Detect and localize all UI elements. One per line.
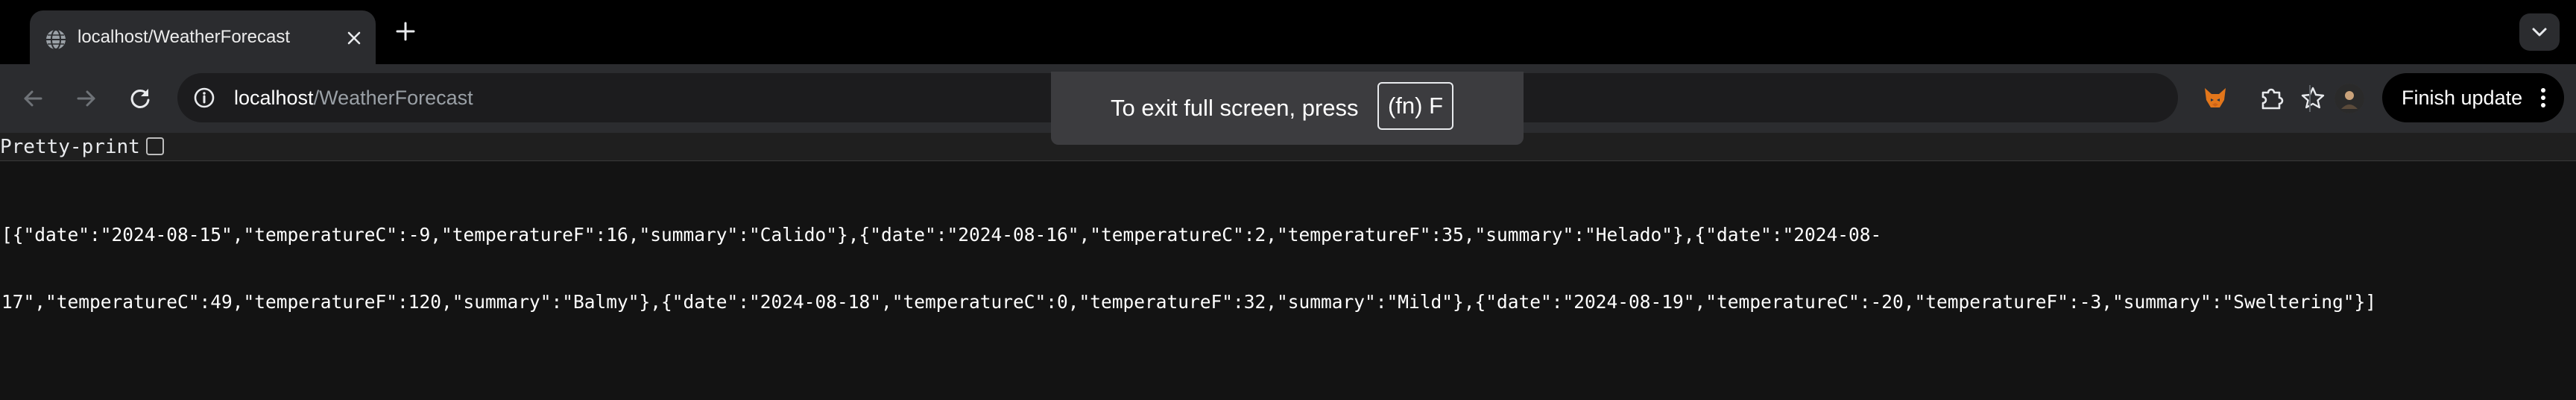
reload-icon[interactable] [125,84,155,113]
puzzle-extension-icon[interactable] [2257,84,2287,113]
finish-update-label: Finish update [2402,87,2523,109]
pretty-print-label: Pretty-print [0,136,140,158]
info-icon[interactable] [192,86,216,110]
bookmark-star-icon[interactable] [2300,85,2326,110]
json-line: [{"date":"2024-08-15","temperatureC":-9,… [1,224,1882,246]
globe-icon [45,28,67,51]
url-host: localhost [234,87,314,109]
close-icon[interactable] [343,27,365,49]
fox-extension-icon[interactable] [2200,84,2230,113]
url-path: /WeatherForecast [313,87,473,109]
new-tab-plus-icon[interactable] [394,19,417,43]
pretty-print-checkbox[interactable] [146,137,164,155]
forward-arrow-icon[interactable] [72,84,101,113]
fullscreen-key-hint: (fn) F [1377,82,1453,130]
tab-title: localhost/WeatherForecast [78,27,291,47]
kebab-menu-icon[interactable] [2537,87,2549,109]
fullscreen-toast-text: To exit full screen, press [1111,95,1359,121]
json-line: 17","temperatureC":49,"temperatureF":120… [1,291,2377,313]
tab-search-button[interactable] [2519,13,2560,51]
tab-strip: localhost/WeatherForecast [0,0,2576,64]
toolbar-divider [2309,85,2311,112]
back-arrow-icon[interactable] [18,84,48,113]
browser-tab[interactable]: localhost/WeatherForecast [30,10,376,64]
url-text[interactable]: localhost/WeatherForecast [234,73,473,122]
fullscreen-exit-toast: To exit full screen, press (fn) F [1051,72,1524,145]
finish-update-button[interactable]: Finish update [2382,73,2564,122]
chevron-down-icon [2532,28,2547,37]
profile-avatar[interactable] [2334,84,2364,113]
json-content: [{"date":"2024-08-15","temperatureC":-9,… [1,179,2566,336]
